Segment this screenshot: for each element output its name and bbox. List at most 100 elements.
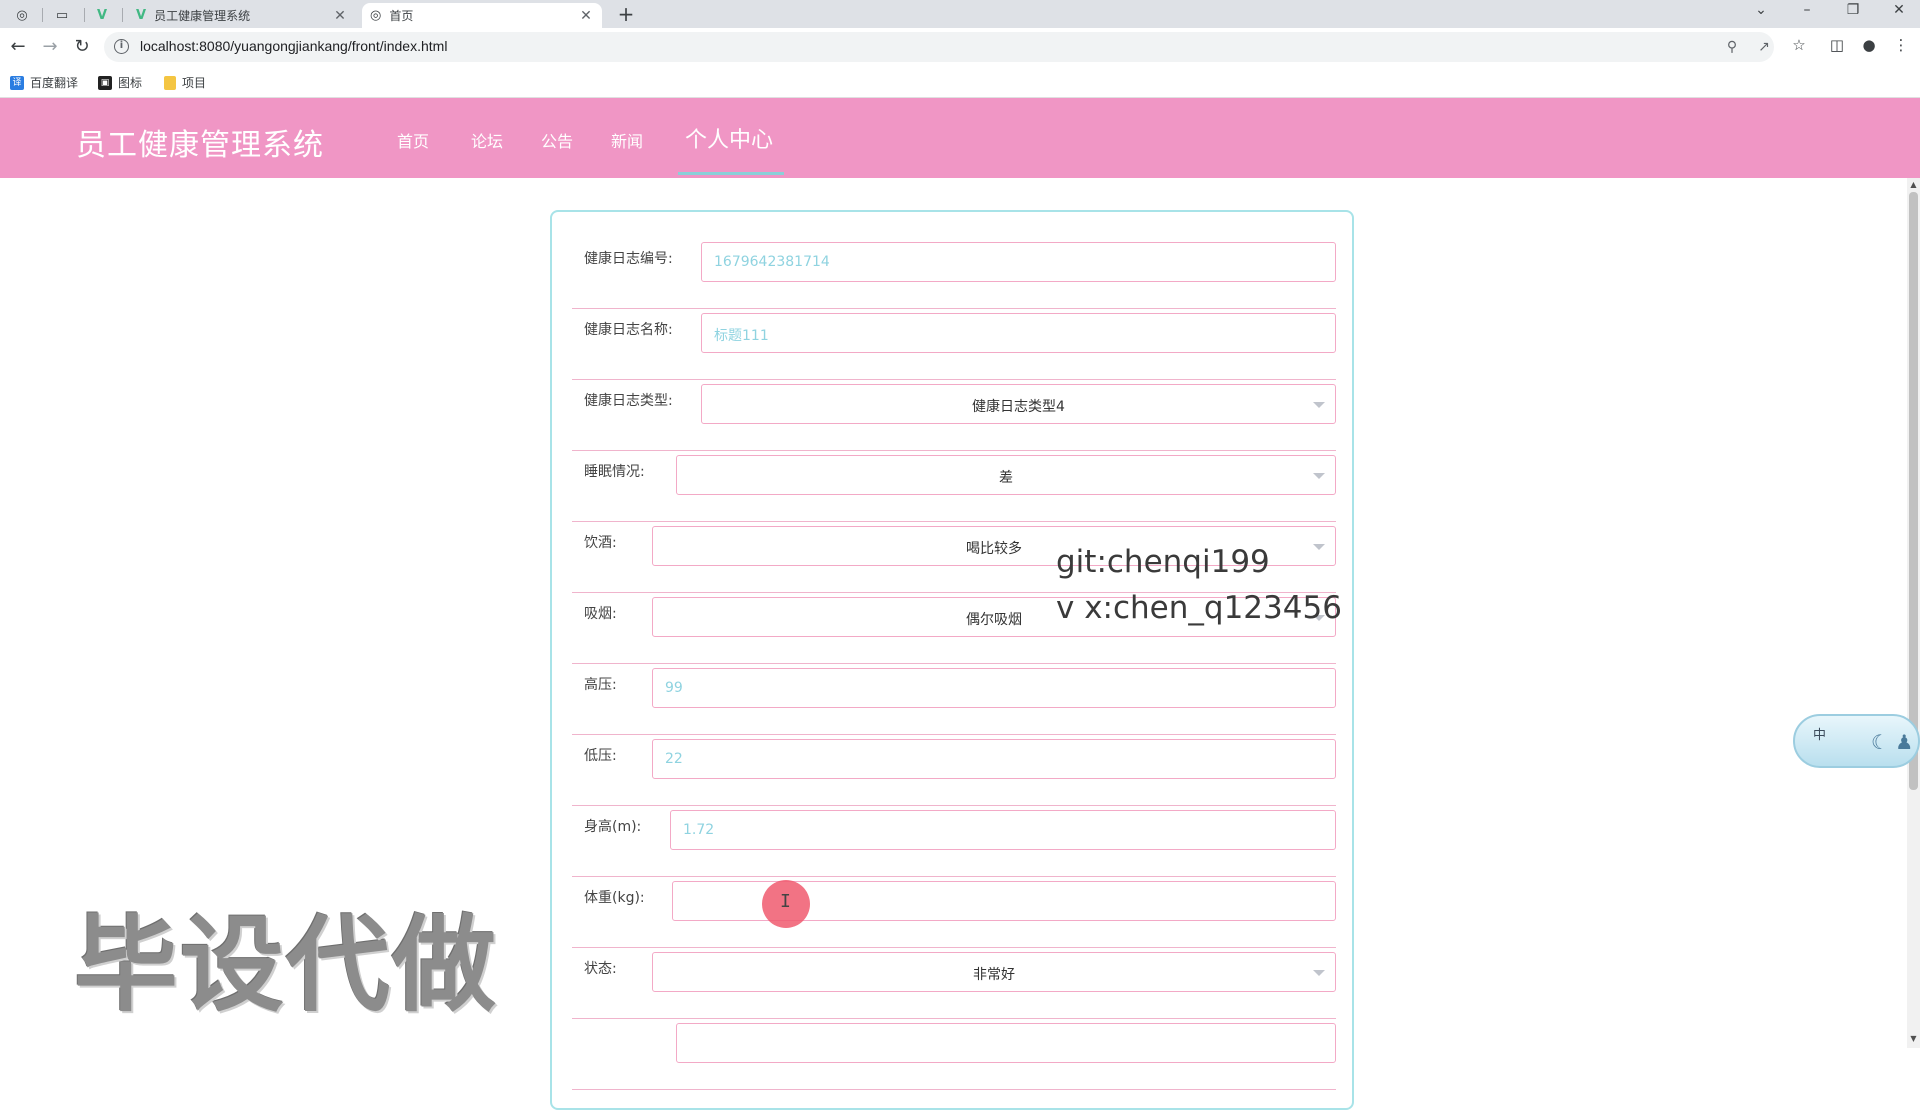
vue-logo-icon[interactable]: V (88, 3, 116, 28)
globe-icon[interactable]: ◎ (8, 3, 36, 28)
ime-toolbar[interactable]: 中 ☾ ♟ (1793, 714, 1920, 768)
profile-icon[interactable]: ● (1858, 36, 1880, 54)
bookmark-label: 图标 (118, 76, 143, 90)
bookmark-projects[interactable]: 项目 (164, 74, 206, 91)
form-row: 健康日志类型: 健康日志类型4 (572, 380, 1336, 451)
field-label: 健康日志编号: (584, 251, 673, 267)
select-field[interactable]: 非常好 (652, 952, 1336, 992)
omnibox[interactable]: i localhost:8080/yuangongjiankang/front/… (104, 32, 1774, 62)
field-label: 高压: (584, 677, 617, 693)
field-label: 健康日志名称: (584, 322, 673, 338)
field-value: 健康日志类型4 (972, 399, 1065, 415)
nav-news[interactable]: 新闻 (611, 128, 643, 152)
tab-employee-health[interactable]: V 员工健康管理系统 ✕ (128, 3, 356, 28)
form-row: 低压: 22 (572, 735, 1336, 806)
address-bar: ← → ↻ i localhost:8080/yuangongjiankang/… (0, 28, 1920, 66)
field-value: 非常好 (973, 967, 1015, 983)
restore-icon[interactable]: ❐ (1838, 2, 1868, 18)
field-label: 身高(m): (584, 819, 642, 835)
select-field[interactable]: 健康日志类型4 (701, 384, 1336, 424)
field-label: 饮酒: (584, 535, 617, 551)
nav-notice[interactable]: 公告 (541, 128, 573, 152)
bookmark-icons[interactable]: ▣ 图标 (98, 74, 142, 91)
chevron-down-icon[interactable] (1313, 402, 1325, 408)
chevron-down-icon[interactable] (1313, 544, 1325, 550)
chevron-down-icon[interactable] (1313, 970, 1325, 976)
select-field[interactable]: 差 (676, 455, 1336, 495)
text-input[interactable]: 22 (652, 739, 1336, 779)
form-row: 高压: 99 (572, 664, 1336, 735)
tab-separator (84, 8, 85, 22)
text-cursor-icon: I (780, 891, 791, 912)
nav-home[interactable]: 首页 (397, 128, 429, 152)
reload-icon[interactable]: ↻ (70, 35, 94, 59)
field-label: 体重(kg): (584, 890, 645, 906)
blank-tab-icon[interactable]: ▭ (48, 3, 76, 28)
menu-icon[interactable]: ⋮ (1890, 36, 1912, 54)
info-icon[interactable]: i (114, 39, 129, 54)
form-row (572, 1019, 1336, 1090)
health-log-form: 健康日志编号: 1679642381714 健康日志名称: 标题111 健康日志类型: 健… (550, 210, 1354, 1110)
text-input[interactable]: 1.72 (670, 810, 1336, 850)
active-nav-indicator (678, 172, 784, 175)
tab-home[interactable]: ◎ 首页 ✕ (362, 3, 602, 28)
share-icon[interactable]: ↗ (1754, 39, 1774, 55)
big-watermark: 毕设代做 (74, 904, 499, 1026)
scroll-down-arrow[interactable]: ▼ (1907, 1034, 1920, 1043)
ime-mode-label[interactable]: 中 (1813, 724, 1826, 743)
url-text[interactable]: localhost:8080/yuangongjiankang/front/in… (140, 38, 447, 54)
sidepanel-icon[interactable]: ◫ (1826, 36, 1848, 54)
scrollbar-thumb[interactable] (1909, 192, 1918, 790)
tab-search-icon[interactable]: ⌄ (1746, 2, 1776, 18)
field-label: 吸烟: (584, 606, 617, 622)
back-icon[interactable]: ← (6, 35, 30, 59)
field-value: 差 (999, 470, 1013, 486)
new-tab-button[interactable]: + (614, 2, 638, 26)
close-window-icon[interactable]: ✕ (1884, 2, 1914, 18)
bookmark-baidu-translate[interactable]: 译 百度翻译 (10, 74, 78, 91)
text-input[interactable] (676, 1023, 1336, 1063)
vue-logo-icon: V (136, 8, 147, 23)
forward-icon[interactable]: → (38, 35, 62, 59)
site-header: 员工健康管理系统 首页 论坛 公告 新闻 个人中心 (0, 98, 1920, 178)
minimize-icon[interactable]: – (1792, 2, 1822, 18)
star-icon[interactable]: ☆ (1788, 36, 1810, 54)
field-label: 健康日志类型: (584, 393, 673, 409)
tab-title: 首页 (389, 9, 414, 23)
nav-forum[interactable]: 论坛 (471, 128, 503, 152)
field-value: 99 (665, 680, 683, 696)
site-title: 员工健康管理系统 (76, 128, 324, 163)
field-value: 1679642381714 (714, 254, 830, 270)
field-label: 睡眠情况: (584, 464, 645, 480)
tab-strip: ◎ ▭ V V 员工健康管理系统 ✕ ◎ 首页 ✕ + ⌄ – ❐ ✕ (0, 0, 1920, 28)
form-row: 体重(kg): (572, 877, 1336, 948)
close-icon[interactable]: ✕ (332, 8, 348, 24)
key-icon[interactable]: ⚲ (1722, 39, 1742, 55)
form-row: 健康日志编号: 1679642381714 (572, 238, 1336, 309)
translate-icon: 译 (10, 75, 24, 90)
tab-separator (42, 8, 43, 22)
chevron-down-icon[interactable] (1313, 473, 1325, 479)
field-value: 标题111 (714, 328, 769, 344)
text-input[interactable]: 标题111 (701, 313, 1336, 353)
tab-title: 员工健康管理系统 (154, 9, 251, 23)
form-row: 身高(m): 1.72 (572, 806, 1336, 877)
image-icon: ▣ (98, 75, 112, 90)
form-row: 状态: 非常好 (572, 948, 1336, 1019)
bookmark-label: 项目 (182, 76, 207, 90)
tab-separator (122, 8, 123, 22)
scroll-up-arrow[interactable]: ▲ (1907, 180, 1920, 189)
field-label: 低压: (584, 748, 617, 764)
field-label: 状态: (584, 961, 617, 977)
ime-mascot-icon: ☾ ♟ (1871, 730, 1914, 754)
bookmark-label: 百度翻译 (30, 76, 79, 90)
text-input[interactable]: 99 (652, 668, 1336, 708)
close-icon[interactable]: ✕ (578, 8, 594, 24)
field-value: 22 (665, 751, 683, 767)
field-value: 1.72 (683, 822, 715, 838)
nav-personal-center[interactable]: 个人中心 (685, 122, 773, 154)
bookmarks-bar: 译 百度翻译 ▣ 图标 项目 (0, 66, 1920, 98)
folder-icon (164, 75, 176, 90)
text-input[interactable]: 1679642381714 (701, 242, 1336, 282)
globe-icon: ◎ (370, 8, 382, 23)
